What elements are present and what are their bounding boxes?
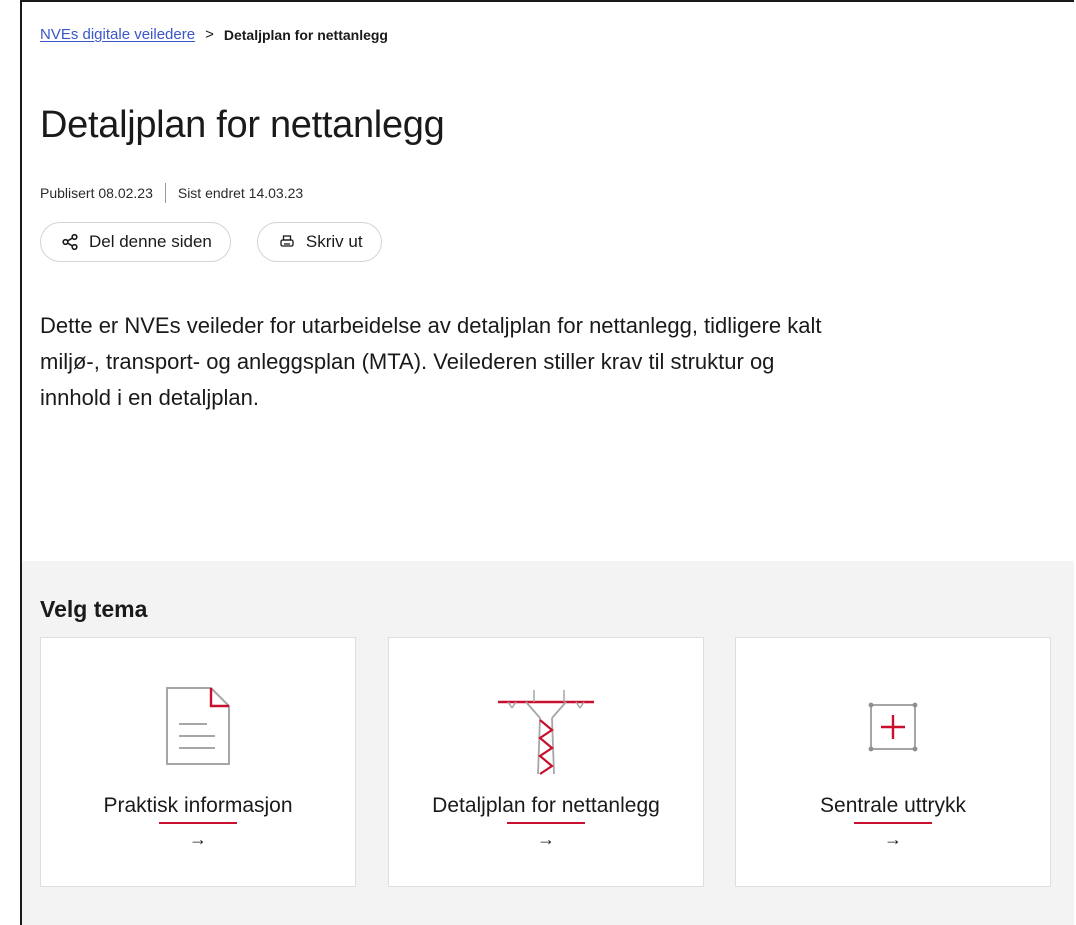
- power-pylon-icon: [389, 684, 703, 780]
- theme-section: Velg tema Praktisk informasjon → Detaljp…: [22, 561, 1074, 925]
- arrow-right-icon: →: [537, 829, 555, 849]
- share-button[interactable]: Del denne siden: [40, 222, 231, 262]
- theme-heading: Velg tema: [40, 596, 148, 622]
- meta-divider: [164, 183, 166, 203]
- share-button-label: Del denne siden: [89, 232, 212, 251]
- theme-card-underline: [507, 822, 585, 824]
- share-icon: [61, 233, 79, 251]
- theme-card-label: Praktisk informasjon: [103, 794, 293, 817]
- theme-card-underline: [854, 822, 932, 824]
- page-title: Detaljplan for nettanlegg: [40, 104, 445, 146]
- theme-card-label: Sentrale uttrykk: [820, 794, 966, 817]
- theme-card-sentrale-uttrykk[interactable]: Sentrale uttrykk →: [735, 637, 1051, 887]
- arrow-right-icon: →: [884, 829, 902, 849]
- print-icon: [278, 233, 296, 251]
- print-button-label: Skriv ut: [305, 232, 363, 251]
- breadcrumb-home-link[interactable]: NVEs digitale veiledere: [40, 26, 195, 43]
- theme-card-underline: [159, 822, 237, 824]
- document-icon: [41, 684, 355, 780]
- theme-card-praktisk-informasjon[interactable]: Praktisk informasjon →: [40, 637, 356, 887]
- breadcrumb: NVEs digitale veiledere > Detaljplan for…: [40, 26, 388, 43]
- breadcrumb-current: Detaljplan for nettanlegg: [223, 26, 388, 43]
- plus-square-icon: [736, 702, 1050, 798]
- publish-meta: Publisert 08.02.23 Sist endret 14.03.23: [40, 183, 303, 203]
- updated-date: Sist endret 14.03.23: [177, 185, 304, 201]
- page-actions: Del denne siden Skriv ut: [40, 222, 382, 262]
- published-date: Publisert 08.02.23: [40, 185, 153, 201]
- intro-text: Dette er NVEs veileder for utarbeidelse …: [40, 313, 822, 410]
- theme-card-detaljplan[interactable]: Detaljplan for nettanlegg →: [388, 637, 704, 887]
- page-frame: NVEs digitale veiledere > Detaljplan for…: [20, 0, 1074, 925]
- print-button[interactable]: Skriv ut: [256, 222, 382, 262]
- arrow-right-icon: →: [189, 829, 207, 849]
- theme-card-label: Detaljplan for nettanlegg: [432, 794, 660, 817]
- breadcrumb-separator: >: [205, 26, 214, 43]
